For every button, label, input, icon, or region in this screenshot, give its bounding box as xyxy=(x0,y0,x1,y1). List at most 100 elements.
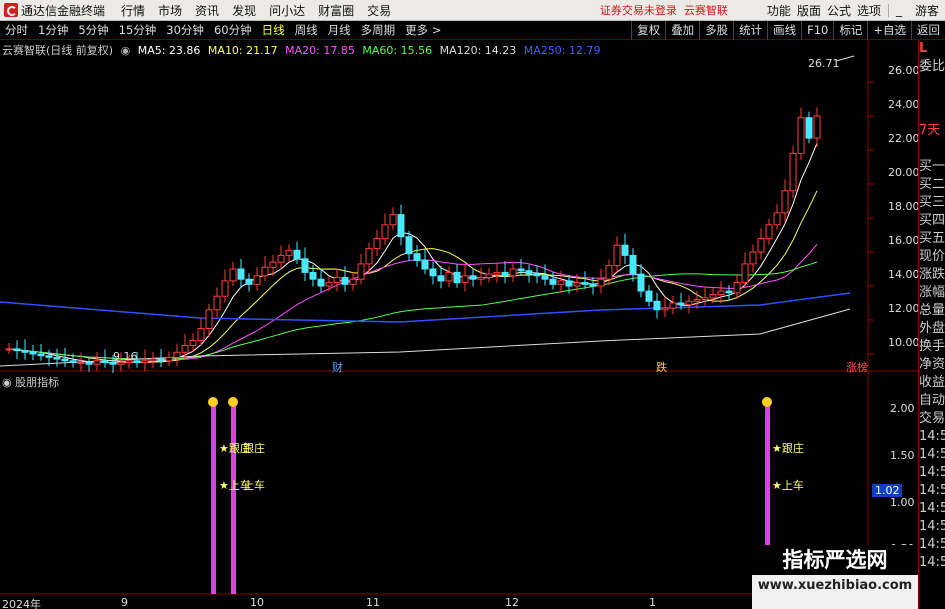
menu-formula[interactable]: 公式 xyxy=(827,2,851,19)
candle-body xyxy=(749,251,757,265)
candle-body xyxy=(549,278,557,285)
menu-options[interactable]: 选项 xyxy=(857,2,881,19)
candle-body xyxy=(221,280,229,297)
tool-f10[interactable]: F10 xyxy=(801,20,833,40)
candle-body xyxy=(661,307,669,311)
menu-wealth[interactable]: 财富圈 xyxy=(318,2,367,19)
candle-body xyxy=(13,348,21,352)
candle-body xyxy=(797,117,805,154)
signal-label-follow-2: 跟庄 xyxy=(243,442,265,455)
tool-draw[interactable]: 画线 xyxy=(767,20,801,40)
panel-buy2: 买二 xyxy=(919,177,945,192)
date-axis-12: 12 xyxy=(505,596,519,609)
candle-body xyxy=(333,277,341,284)
guest-label[interactable]: 游客 xyxy=(915,2,939,19)
watermark-title: 指标严选网 xyxy=(752,545,918,575)
period-daily[interactable]: 日线 xyxy=(257,22,290,38)
tool-back[interactable]: 返回 xyxy=(911,20,945,40)
tick-time-1: 14:56 xyxy=(919,429,945,444)
signal-bar-1-dot xyxy=(208,397,218,407)
period-toolbar: 分时 1分钟 5分钟 15分钟 30分钟 60分钟 日线 周线 月线 多周期 更… xyxy=(0,20,945,40)
candle-body xyxy=(69,360,77,363)
tick-time-7: 14:56 xyxy=(919,537,945,552)
menu-market[interactable]: 市场 xyxy=(158,2,195,19)
period-monthly[interactable]: 月线 xyxy=(323,22,356,38)
candle-body xyxy=(813,115,821,139)
candle-body xyxy=(757,237,765,253)
period-weekly[interactable]: 周线 xyxy=(290,22,323,38)
panel-buy4: 买四 xyxy=(919,213,945,228)
candle-body xyxy=(717,290,725,296)
panel-change: 涨跌 xyxy=(919,267,945,282)
candle-body xyxy=(637,273,645,292)
tool-stats[interactable]: 统计 xyxy=(733,20,767,40)
event-limit[interactable]: 涨榜 xyxy=(846,359,868,375)
panel-price: 现价 xyxy=(919,249,945,264)
tick-time-3: 14:56 xyxy=(919,465,945,480)
tool-multi-stock[interactable]: 多股 xyxy=(699,20,733,40)
subchart-title: ◉ 股朋指标 xyxy=(2,374,59,390)
candle-body xyxy=(101,360,109,363)
period-1min[interactable]: 1分钟 xyxy=(33,22,73,38)
menu-trade[interactable]: 交易 xyxy=(367,2,404,19)
panel-buy5: 买五 xyxy=(919,231,945,246)
candle-body xyxy=(429,268,437,277)
ind-axis-2: 2.00 xyxy=(890,402,915,415)
price-axis-16: 16.00 xyxy=(888,234,920,247)
ma60-line xyxy=(8,261,818,360)
candle-body xyxy=(213,295,221,311)
period-more[interactable]: 更多 > xyxy=(400,22,446,38)
candle-body xyxy=(677,302,685,306)
menu-function[interactable]: 功能 xyxy=(767,2,791,19)
period-60min[interactable]: 60分钟 xyxy=(209,22,257,38)
candle-body xyxy=(5,348,13,351)
panel-change-pct: 涨幅 xyxy=(919,285,945,300)
candle-body xyxy=(341,277,349,285)
period-30min[interactable]: 30分钟 xyxy=(161,22,209,38)
menu-layout[interactable]: 版面 xyxy=(797,2,821,19)
panel-buy3: 买三 xyxy=(919,195,945,210)
window-min-icon[interactable]: _ xyxy=(896,3,902,17)
app-title: 通达信金融终端 xyxy=(21,3,106,18)
collapse-icon[interactable]: ◉ xyxy=(2,376,12,389)
price-axis-18: 18.00 xyxy=(888,200,920,213)
period-5min[interactable]: 5分钟 xyxy=(73,22,113,38)
panel-top[interactable]: L xyxy=(919,40,945,58)
event-drop[interactable]: 跌 xyxy=(656,359,667,375)
candle-body xyxy=(589,283,597,287)
price-axis-10: 10.00 xyxy=(888,336,920,349)
candle-body xyxy=(149,358,157,362)
candle-body xyxy=(629,254,637,275)
tool-mark[interactable]: 标记 xyxy=(833,20,867,40)
menu-bar: 通达信金融终端 行情 市场 资讯 发现 问小达 财富圈 交易 证券交易未登录 云… xyxy=(0,0,945,21)
candle-body xyxy=(381,224,389,239)
candle-body xyxy=(765,224,773,239)
price-axis-20: 20.00 xyxy=(888,166,920,179)
period-multi[interactable]: 多周期 xyxy=(356,22,401,38)
event-finance[interactable]: 财 xyxy=(332,359,343,375)
candle-body xyxy=(261,266,269,277)
period-intraday[interactable]: 分时 xyxy=(0,22,33,38)
tool-adjust[interactable]: 复权 xyxy=(631,20,665,40)
signal-label-follow-3: ★跟庄 xyxy=(772,442,804,455)
menu-news[interactable]: 资讯 xyxy=(195,2,232,19)
candle-body xyxy=(485,273,493,279)
panel-auto: 自动 xyxy=(919,393,945,408)
candle-body xyxy=(21,350,29,353)
candle-body xyxy=(237,268,245,280)
panel-bid-ratio: 委比 xyxy=(919,59,945,74)
menu-discover[interactable]: 发现 xyxy=(232,2,269,19)
app-logo-icon xyxy=(4,3,18,17)
candle-body xyxy=(573,282,581,287)
candle-body xyxy=(229,268,237,282)
panel-7day: 7天 xyxy=(919,123,941,138)
login-warning[interactable]: 证券交易未登录 xyxy=(600,2,677,18)
tool-overlay[interactable]: 叠加 xyxy=(665,20,699,40)
candlestick-chart[interactable] xyxy=(0,40,918,609)
candle-body xyxy=(693,299,701,302)
menu-quotes[interactable]: 行情 xyxy=(121,2,158,19)
menu-ask[interactable]: 问小达 xyxy=(269,2,318,19)
tool-add-watch[interactable]: +自选 xyxy=(867,20,911,40)
candle-body xyxy=(709,294,717,299)
period-15min[interactable]: 15分钟 xyxy=(114,22,162,38)
